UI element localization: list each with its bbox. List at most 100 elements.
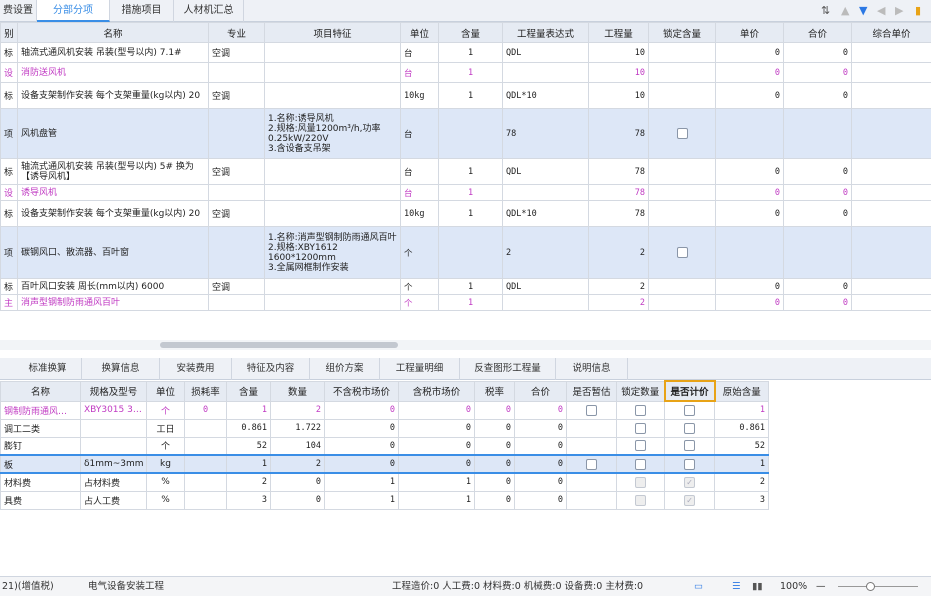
priced-checkbox[interactable] bbox=[684, 495, 695, 506]
res-num[interactable]: 2 bbox=[271, 455, 325, 473]
lock-cell[interactable] bbox=[649, 63, 716, 83]
est-cell[interactable] bbox=[567, 401, 617, 419]
item-feature[interactable] bbox=[265, 43, 401, 63]
estimate-checkbox[interactable] bbox=[586, 459, 597, 470]
lock-cell[interactable] bbox=[649, 159, 716, 185]
priced-checkbox[interactable] bbox=[684, 459, 695, 470]
move-down-icon[interactable]: ▼ bbox=[859, 4, 867, 18]
res-tax[interactable]: 0 bbox=[475, 473, 515, 491]
item-unit[interactable]: 10kg bbox=[401, 83, 439, 109]
lock-cell[interactable] bbox=[649, 227, 716, 279]
item-price[interactable] bbox=[716, 227, 784, 279]
main-col-header[interactable]: 锁定含量 bbox=[649, 23, 716, 43]
item-price[interactable]: 0 bbox=[716, 159, 784, 185]
main-col-header[interactable]: 工程量表达式 bbox=[503, 23, 589, 43]
res-name[interactable]: 具费 bbox=[1, 491, 81, 509]
item-major[interactable] bbox=[209, 227, 265, 279]
item-total[interactable]: 0 bbox=[784, 83, 852, 109]
res-price-in[interactable]: 0 bbox=[399, 455, 475, 473]
priced-checkbox[interactable] bbox=[684, 405, 695, 416]
table-row[interactable]: 标轴流式通风机安装 吊装(型号以内) 5# 换为【诱导风机】空调台1QDL780… bbox=[1, 159, 931, 185]
price-cell[interactable] bbox=[665, 455, 715, 473]
lockn-cell[interactable] bbox=[617, 473, 665, 491]
item-expr[interactable] bbox=[503, 185, 589, 201]
res-total[interactable]: 0 bbox=[515, 419, 567, 437]
table-row[interactable]: 标设备支架制作安装 每个支架重量(kg以内) 20空调10kg1QDL*1078… bbox=[1, 201, 931, 227]
item-qty[interactable]: 1 bbox=[439, 63, 503, 83]
res-num[interactable]: 2 bbox=[271, 401, 325, 419]
item-feature[interactable] bbox=[265, 279, 401, 295]
lock-number-checkbox[interactable] bbox=[635, 405, 646, 416]
bottom-tab[interactable]: 说明信息 bbox=[556, 358, 628, 380]
est-cell[interactable] bbox=[567, 419, 617, 437]
item-expr[interactable]: 2 bbox=[503, 227, 589, 279]
item-total[interactable] bbox=[784, 227, 852, 279]
main-col-header[interactable]: 单价 bbox=[716, 23, 784, 43]
item-feature[interactable] bbox=[265, 295, 401, 311]
res-spec[interactable]: 占人工费 bbox=[81, 491, 147, 509]
tab-fee-settings[interactable]: 费设置 bbox=[0, 0, 37, 22]
arrow-left-icon[interactable]: ◀ bbox=[877, 4, 885, 18]
columns-icon[interactable]: ▮▮ bbox=[752, 577, 762, 597]
price-cell[interactable] bbox=[665, 419, 715, 437]
main-col-header[interactable]: 综合单价 bbox=[852, 23, 931, 43]
item-unit-price[interactable] bbox=[852, 109, 931, 159]
view-mode-icon[interactable]: ▭ bbox=[694, 577, 703, 597]
detail-col-header[interactable]: 含量 bbox=[227, 381, 271, 401]
res-name[interactable]: 膨钉 bbox=[1, 437, 81, 455]
item-price[interactable]: 0 bbox=[716, 279, 784, 295]
item-expr[interactable]: QDL*10 bbox=[503, 201, 589, 227]
item-total[interactable]: 0 bbox=[784, 63, 852, 83]
move-up-icon[interactable]: ▲ bbox=[841, 4, 849, 18]
item-amount[interactable]: 2 bbox=[589, 279, 649, 295]
res-tax[interactable]: 0 bbox=[475, 437, 515, 455]
res-tax[interactable]: 0 bbox=[475, 401, 515, 419]
item-total[interactable]: 0 bbox=[784, 295, 852, 311]
detail-col-header[interactable]: 损耗率 bbox=[185, 381, 227, 401]
res-price-in[interactable]: 0 bbox=[399, 419, 475, 437]
item-price[interactable]: 0 bbox=[716, 201, 784, 227]
item-major[interactable] bbox=[209, 63, 265, 83]
lock-cell[interactable] bbox=[649, 201, 716, 227]
item-unit-price[interactable] bbox=[852, 43, 931, 63]
res-num[interactable]: 0 bbox=[271, 473, 325, 491]
res-price-ex[interactable]: 0 bbox=[325, 401, 399, 419]
est-cell[interactable] bbox=[567, 491, 617, 509]
detail-col-header[interactable]: 数量 bbox=[271, 381, 325, 401]
item-feature[interactable]: 1.名称:诱导风机2.规格:风量1200m³/h,功率0.25kW/220V3.… bbox=[265, 109, 401, 159]
res-qty[interactable]: 1 bbox=[227, 455, 271, 473]
item-qty[interactable] bbox=[439, 227, 503, 279]
item-price[interactable]: 0 bbox=[716, 83, 784, 109]
detail-col-header[interactable]: 单位 bbox=[147, 381, 185, 401]
item-price[interactable]: 0 bbox=[716, 43, 784, 63]
res-name[interactable]: 调工二类 bbox=[1, 419, 81, 437]
lock-cell[interactable] bbox=[649, 43, 716, 63]
item-total[interactable]: 0 bbox=[784, 185, 852, 201]
table-row[interactable]: 主消声型钢制防雨通风百叶个1200 bbox=[1, 295, 931, 311]
res-orig[interactable]: 3 bbox=[715, 491, 769, 509]
item-unit[interactable]: 台 bbox=[401, 43, 439, 63]
res-total[interactable]: 0 bbox=[515, 437, 567, 455]
price-cell[interactable] bbox=[665, 473, 715, 491]
res-orig[interactable]: 52 bbox=[715, 437, 769, 455]
main-col-header[interactable]: 合价 bbox=[784, 23, 852, 43]
detail-col-header[interactable]: 原始含量 bbox=[715, 381, 769, 401]
lock-cell[interactable] bbox=[649, 295, 716, 311]
item-amount[interactable]: 10 bbox=[589, 43, 649, 63]
item-qty[interactable]: 1 bbox=[439, 43, 503, 63]
est-cell[interactable] bbox=[567, 437, 617, 455]
res-tax[interactable]: 0 bbox=[475, 419, 515, 437]
item-unit-price[interactable] bbox=[852, 159, 931, 185]
res-loss[interactable] bbox=[185, 437, 227, 455]
res-unit[interactable]: 个 bbox=[147, 401, 185, 419]
res-price-ex[interactable]: 0 bbox=[325, 455, 399, 473]
item-qty[interactable]: 1 bbox=[439, 295, 503, 311]
item-expr[interactable]: QDL*10 bbox=[503, 83, 589, 109]
item-total[interactable]: 0 bbox=[784, 159, 852, 185]
bottom-tab[interactable]: 反查图形工程量 bbox=[460, 358, 556, 380]
item-unit[interactable]: 个 bbox=[401, 295, 439, 311]
item-total[interactable] bbox=[784, 109, 852, 159]
item-expr[interactable]: 78 bbox=[503, 109, 589, 159]
item-feature[interactable]: 1.名称:消声型钢制防雨通风百叶2.规格:XBY1612 1600*1200mm… bbox=[265, 227, 401, 279]
lock-number-checkbox[interactable] bbox=[635, 477, 646, 488]
